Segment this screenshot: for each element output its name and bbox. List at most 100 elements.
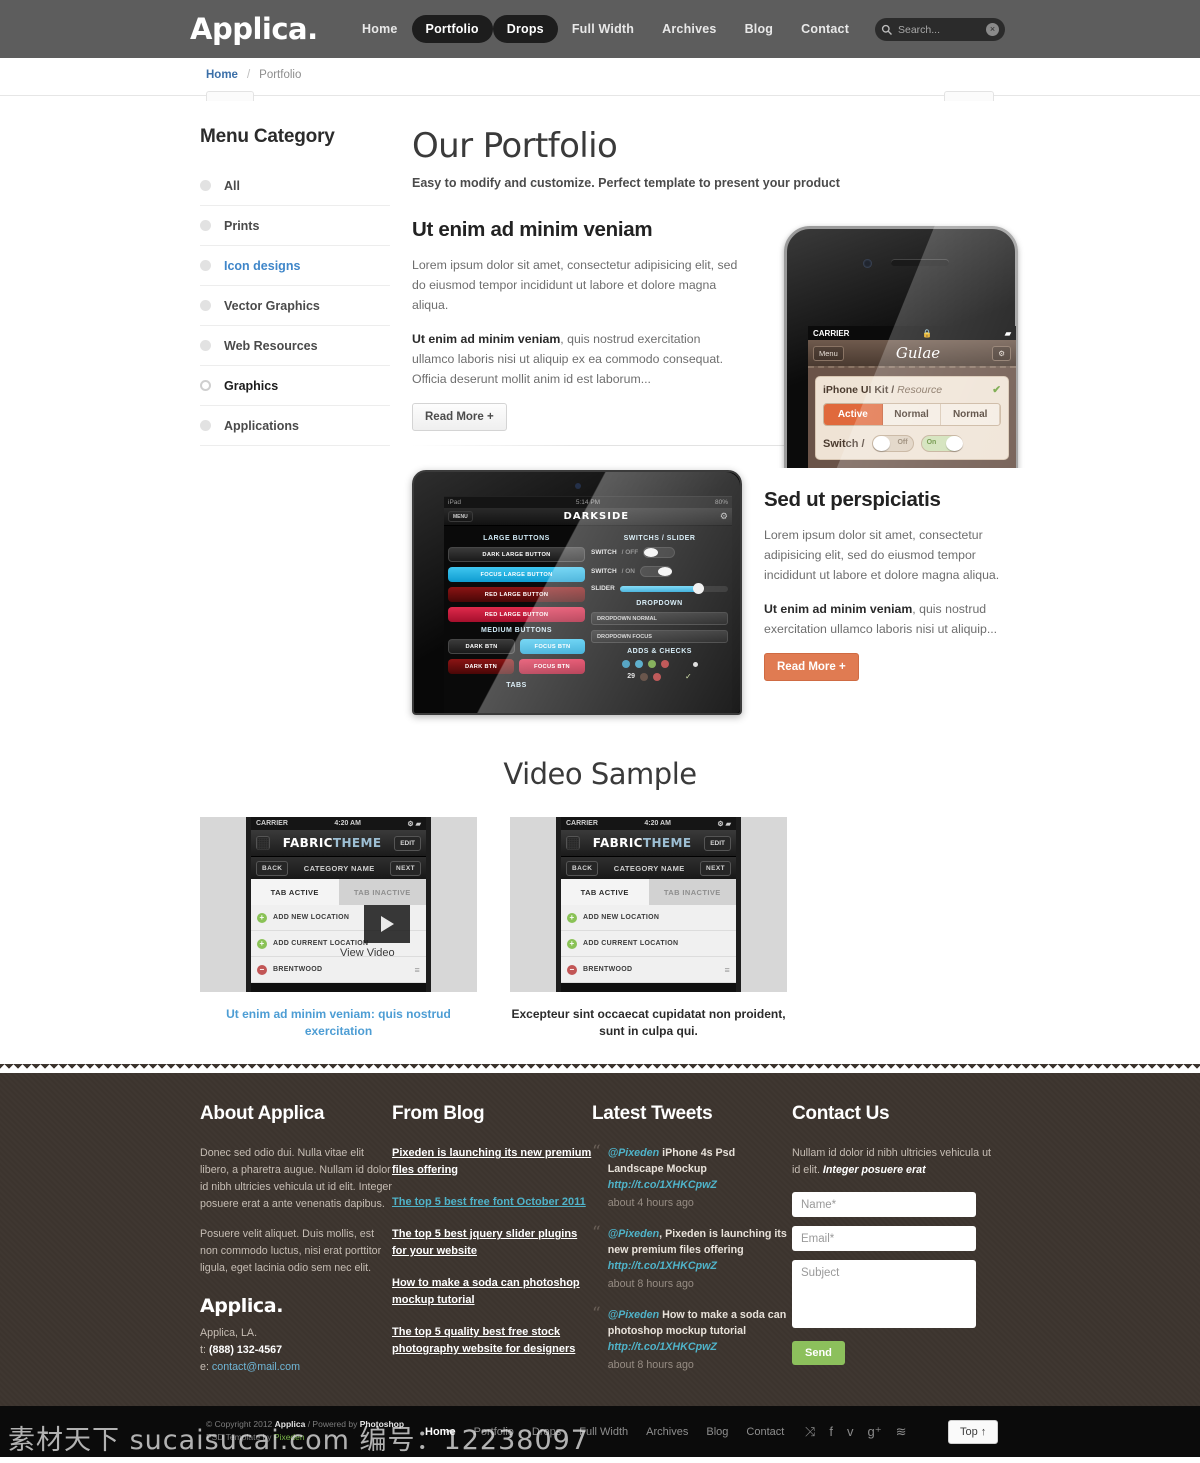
sidebar-item-web-resources[interactable]: Web Resources [200,326,390,366]
tab-inactive[interactable]: TAB INACTIVE [338,879,426,905]
footer-nav-full-width[interactable]: Full Width [579,1426,628,1438]
nav-item-full-width[interactable]: Full Width [558,15,648,43]
search-box[interactable]: × [875,18,1005,41]
read-more-button[interactable]: Read More + [764,653,859,681]
rss-icon[interactable]: ≋ [896,1424,907,1440]
video-caption-1[interactable]: Ut enim ad minim veniam: quis nostrud ex… [200,1006,477,1040]
blog-link-3[interactable]: The top 5 best jquery slider plugins for… [392,1226,592,1260]
slider-knob[interactable] [693,582,705,594]
tweet-handle[interactable]: @Pixeden [608,1147,659,1159]
read-more-button[interactable]: Read More + [412,403,507,431]
next-button[interactable]: NEXT [390,860,421,876]
ipad-button-red-large-dark[interactable]: RED LARGE BUTTON [448,587,585,602]
segment-active[interactable]: Active [824,404,883,425]
tweet-handle[interactable]: @Pixeden [608,1228,659,1240]
contact-name-input[interactable] [792,1192,976,1217]
toggle-off[interactable]: Off [871,435,914,452]
footer-nav-drops[interactable]: Drops [532,1426,561,1438]
tweet-url[interactable]: http://t.co/1XHKCpwZ [608,1179,717,1191]
tab-active[interactable]: TAB ACTIVE [561,879,649,905]
top-navigation-bar: Applica. Home Portfolio Drops Full Width… [0,0,1200,58]
site-logo[interactable]: Applica. [190,12,318,46]
segment-normal-1[interactable]: Normal [882,404,942,425]
ipad-dropdown-focus[interactable]: DROPDOWN FOCUS [591,630,728,643]
twitter-icon[interactable]: ᴠ [847,1424,854,1439]
blog-link-1[interactable]: Pixeden is launching its new premium fil… [392,1145,592,1179]
blog-link-5[interactable]: The top 5 quality best free stock photog… [392,1324,592,1358]
sidebar-item-prints[interactable]: Prints [200,206,390,246]
sidebar-item-icon-designs[interactable]: Icon designs [200,246,390,286]
blog-link-2[interactable]: The top 5 best free font October 2011 [392,1194,592,1211]
footer-nav-archives[interactable]: Archives [646,1426,688,1438]
footer-nav-home[interactable]: Home [425,1426,456,1438]
sidebar-item-applications[interactable]: Applications [200,406,390,446]
view-video-label[interactable]: View Video [340,947,395,959]
grid-icon[interactable]: ▦ [255,835,270,852]
drag-handle-icon[interactable]: ≡ [724,965,730,975]
ipad-dropdown-normal[interactable]: DROPDOWN NORMAL [591,612,728,625]
breadcrumb-home[interactable]: Home [206,69,238,81]
iphone-screen: CARRIER 🔒 ▰ Menu Gulae ⚙ iPhone UI Kit /… [808,326,1016,468]
nav-item-blog[interactable]: Blog [731,15,788,43]
sidebar-item-label: Web Resources [224,338,318,353]
nav-item-home[interactable]: Home [348,15,412,43]
ipad-button-red-large[interactable]: RED LARGE BUTTON [448,607,585,622]
search-clear-icon[interactable]: × [986,23,999,36]
footer-nav-blog[interactable]: Blog [706,1426,728,1438]
blog-link-4[interactable]: How to make a soda can photoshop mockup … [392,1275,592,1309]
nav-item-archives[interactable]: Archives [648,15,730,43]
tab-active[interactable]: TAB ACTIVE [251,879,339,905]
copyright-brand: Applica [274,1419,306,1429]
footer-email-link[interactable]: contact@mail.com [212,1361,300,1373]
ipad-button-dark-btn-1[interactable]: DARK BTN [448,639,515,654]
segmented-control[interactable]: Active Normal Normal [823,403,1001,426]
sidebar-item-all[interactable]: All [200,166,390,206]
ipad-button-focus-btn-1[interactable]: FOCUS BTN [520,639,585,654]
video-thumbnail-2[interactable]: CARRIER 4:20 AM ⚙ ▰ ▦ FABRICTHEME EDIT B… [510,817,787,992]
play-button[interactable] [364,905,410,943]
back-to-top-button[interactable]: Top ↑ [948,1420,999,1444]
sidebar-item-vector-graphics[interactable]: Vector Graphics [200,286,390,326]
tweet-item-1: “ @Pixeden iPhone 4s Psd Landscape Mocku… [592,1144,792,1211]
menu-button[interactable]: Menu [813,345,844,361]
ipad-button-focus-large[interactable]: FOCUS LARGE BUTTON [448,567,585,582]
section-header: DROPDOWN [636,600,683,607]
drag-handle-icon[interactable]: ≡ [414,965,420,975]
ipad-button-dark-large[interactable]: DARK LARGE BUTTON [448,547,585,562]
ipad-button-dark-btn-2[interactable]: DARK BTN [448,659,514,674]
segment-normal-2[interactable]: Normal [941,404,1000,425]
ipad-menu-button[interactable]: MENU [448,511,473,522]
next-button[interactable]: NEXT [700,860,731,876]
google-plus-icon[interactable]: g⁺ [868,1424,882,1440]
nav-item-portfolio[interactable]: Portfolio [411,15,493,43]
psd-author-link[interactable]: Pixeden [274,1432,305,1442]
contact-subject-textarea[interactable] [792,1260,976,1328]
send-button[interactable]: Send [792,1341,845,1365]
nav-item-drops[interactable]: Drops [492,15,558,43]
facebook-icon[interactable]: f [829,1424,833,1439]
ipad-button-focus-btn-2[interactable]: FOCUS BTN [519,659,585,674]
tweet-url[interactable]: http://t.co/1XHKCpwZ [608,1341,717,1353]
sidebar-item-graphics[interactable]: Graphics [200,366,390,406]
edit-button[interactable]: EDIT [394,835,421,851]
footer-nav-contact[interactable]: Contact [746,1426,784,1438]
ipad-slider[interactable] [619,582,728,594]
gear-icon[interactable]: ⚙ [992,345,1011,361]
toggle-on[interactable]: On [920,435,963,452]
shuffle-icon[interactable]: ⤨ [805,1424,815,1440]
ipad-gear-icon[interactable]: ⚙ [720,511,728,522]
search-input[interactable] [898,23,986,36]
nav-item-contact[interactable]: Contact [787,15,863,43]
back-button[interactable]: BACK [566,860,599,876]
back-button[interactable]: BACK [256,860,289,876]
footer-nav-portfolio[interactable]: Portfolio [474,1426,514,1438]
tweet-handle[interactable]: @Pixeden [608,1309,659,1321]
contact-email-input[interactable] [792,1226,976,1251]
ipad-toggle-on[interactable] [640,566,673,577]
video-thumbnail-1[interactable]: CARRIER 4:20 AM ⚙ ▰ ▦ FABRICTHEME EDIT B… [200,817,477,992]
tweet-url[interactable]: http://t.co/1XHKCpwZ [608,1260,717,1272]
edit-button[interactable]: EDIT [704,835,731,851]
tab-inactive[interactable]: TAB INACTIVE [648,879,736,905]
ipad-toggle-off[interactable] [643,547,676,558]
grid-icon[interactable]: ▦ [565,835,580,852]
